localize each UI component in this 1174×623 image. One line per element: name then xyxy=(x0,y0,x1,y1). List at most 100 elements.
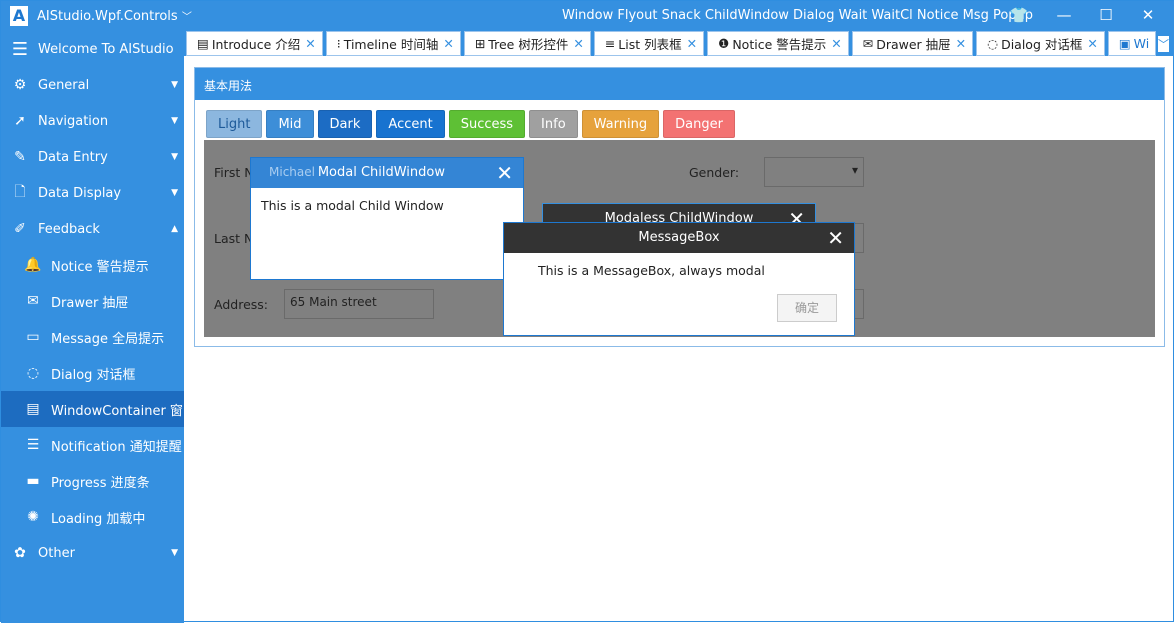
caret-icon: ▼ xyxy=(171,152,178,162)
sidebar-item-label: Notification 通知提醒 xyxy=(51,439,182,455)
theme-button-success[interactable]: Success xyxy=(448,110,526,138)
modal-title: Modal ChildWindow xyxy=(317,165,445,180)
caret-icon: ▼ xyxy=(171,80,178,90)
theme-button-mid[interactable]: Mid xyxy=(266,110,314,138)
theme-button-dark[interactable]: Dark xyxy=(317,110,373,138)
tab-close-icon[interactable]: ✕ xyxy=(443,36,453,51)
sidebar-item[interactable]: ◌ Dialog 对话框 xyxy=(1,355,184,391)
messagebox: MessageBox ✕ This is a MessageBox, always… xyxy=(503,222,855,336)
sidebar-item-label: Drawer 抽屉 xyxy=(51,295,129,311)
shirt-icon[interactable]: 👕 xyxy=(1004,6,1034,24)
close-icon[interactable]: ✕ xyxy=(496,158,513,188)
menu-icon: ☰ xyxy=(11,38,29,60)
caret-icon: ▼ xyxy=(171,188,178,198)
sidebar-item[interactable]: 🗋 Data Display ▼ xyxy=(1,175,184,211)
tab-close-icon[interactable]: ✕ xyxy=(956,36,966,51)
tab-label: Introduce 介绍 xyxy=(211,37,301,52)
sidebar-item[interactable]: ✿ Other ▼ xyxy=(1,535,184,571)
app-logo: A xyxy=(10,6,28,26)
chevron-down-icon: ﹀ xyxy=(181,12,192,23)
sidebar-item[interactable]: ➚ Navigation ▼ xyxy=(1,103,184,139)
messagebox-title: MessageBox xyxy=(638,230,720,245)
tab-overflow-chevron-icon[interactable]: ﹀ xyxy=(1158,36,1169,52)
sidebar-welcome[interactable]: ☰ Welcome To AIStudio xyxy=(1,31,184,67)
sidebar-item-label: WindowContainer 窗 xyxy=(51,403,183,419)
tab-label: Wi xyxy=(1133,36,1150,51)
sidebar-item-icon: ☰ xyxy=(26,437,40,453)
sidebar-item-label: Other xyxy=(38,545,75,561)
sidebar-item-icon: 🗋 xyxy=(14,184,26,200)
tab-icon: ⁝ xyxy=(336,36,341,51)
tab-close-icon[interactable]: ✕ xyxy=(305,36,315,51)
welcome-label: Welcome To AIStudio xyxy=(38,41,174,57)
tab-icon: ▤ xyxy=(197,36,209,51)
caret-icon: ▼ xyxy=(171,116,178,126)
minimize-button[interactable]: — xyxy=(1049,6,1079,24)
dropdown-arrow-icon: ▾ xyxy=(851,163,858,177)
theme-button-warning[interactable]: Warning xyxy=(581,110,660,138)
sidebar-item[interactable]: ✐ Feedback ▲ xyxy=(1,211,184,247)
tab-bar: ▤ Introduce 介绍 ✕ ⁝ Timeline 时间轴 ✕ ⊞ Tree 树形控件 ✕ ≡… xyxy=(184,31,1174,56)
tab-label: Dialog 对话框 xyxy=(1001,37,1083,52)
sidebar-item-icon: ✎ xyxy=(14,149,26,165)
tab-label: Tree 树形控件 xyxy=(488,37,569,52)
app-title-text: AIStudio.Wpf.Controls xyxy=(37,9,178,24)
theme-button-danger[interactable]: Danger xyxy=(663,110,735,138)
sidebar-item-label: Navigation xyxy=(38,113,109,129)
sidebar-item[interactable]: ▤ WindowContainer 窗 xyxy=(1,391,184,427)
ok-button[interactable]: 确定 xyxy=(777,294,837,322)
theme-button-info[interactable]: Info xyxy=(529,110,578,138)
sidebar: ☰ Welcome To AIStudio ⚙ General ▼ ➚ Navigatio… xyxy=(1,31,184,623)
tab-label: Notice 警告提示 xyxy=(732,37,827,52)
theme-button-accent[interactable]: Accent xyxy=(376,110,445,138)
sidebar-item-label: Progress 进度条 xyxy=(51,475,150,491)
sidebar-item[interactable]: ⚙ General ▼ xyxy=(1,67,184,103)
tab-icon: ⊞ xyxy=(474,36,486,51)
gender-select[interactable]: ▾ xyxy=(764,157,864,187)
close-button[interactable]: ✕ xyxy=(1133,6,1163,24)
tab[interactable]: ⊞ Tree 树形控件 ✕ xyxy=(463,31,591,56)
app-title[interactable]: AIStudio.Wpf.Controls ﹀ xyxy=(37,8,192,24)
sidebar-item[interactable]: ☰ Notification 通知提醒 xyxy=(1,427,184,463)
tab[interactable]: ❶ Notice 警告提示 ✕ xyxy=(707,31,849,56)
messagebox-body: This is a MessageBox, always modal xyxy=(538,263,765,278)
sidebar-item-icon: ▬ xyxy=(26,473,40,489)
sidebar-item-label: General xyxy=(38,77,90,93)
sidebar-item[interactable]: 🔔 Notice 警告提示 xyxy=(1,247,184,283)
sidebar-item[interactable]: ✉ Drawer 抽屉 xyxy=(1,283,184,319)
theme-button-light[interactable]: Light xyxy=(206,110,263,138)
close-icon[interactable]: ✕ xyxy=(827,223,844,253)
sidebar-item-label: Feedback xyxy=(38,221,100,237)
maximize-button[interactable]: ☐ xyxy=(1091,6,1121,24)
sidebar-item-icon: ➚ xyxy=(14,113,26,129)
sidebar-item[interactable]: ▬ Progress 进度条 xyxy=(1,463,184,499)
sidebar-item-label: Notice 警告提示 xyxy=(51,259,149,275)
sidebar-item-icon: ▤ xyxy=(26,401,40,417)
tab[interactable]: ⁝ Timeline 时间轴 ✕ xyxy=(325,31,461,56)
tab[interactable]: ▣ Wi xyxy=(1107,31,1157,56)
tab-close-icon[interactable]: ✕ xyxy=(687,36,697,51)
first-name-value[interactable]: Michael xyxy=(269,165,315,179)
title-menu[interactable]: Window Flyout Snack ChildWindow Dialog W… xyxy=(562,8,1033,23)
sidebar-item-label: Message 全局提示 xyxy=(51,331,165,347)
sidebar-item-icon: ✺ xyxy=(27,509,39,525)
sidebar-item[interactable]: ✎ Data Entry ▼ xyxy=(1,139,184,175)
theme-buttons: Light Mid Dark Accent Success Info Warning Dang… xyxy=(206,110,735,138)
tab[interactable]: ◌ Dialog 对话框 ✕ xyxy=(976,31,1105,56)
tab[interactable]: ▤ Introduce 介绍 ✕ xyxy=(186,31,323,56)
tab-label: List 列表框 xyxy=(618,37,682,52)
panel-header: 基本用法 xyxy=(195,68,1164,100)
sidebar-item[interactable]: ✺ Loading 加载中 xyxy=(1,499,184,535)
tab[interactable]: ✉ Drawer 抽屉 ✕ xyxy=(851,31,974,56)
tab-close-icon[interactable]: ✕ xyxy=(1087,36,1097,51)
tab[interactable]: ≡ List 列表框 ✕ xyxy=(593,31,705,56)
sidebar-item-icon: ✐ xyxy=(14,221,26,237)
tab-icon: ◌ xyxy=(987,36,999,51)
tab-close-icon[interactable]: ✕ xyxy=(573,36,583,51)
sidebar-item[interactable]: ▭ Message 全局提示 xyxy=(1,319,184,355)
sidebar-item-label: Dialog 对话框 xyxy=(51,367,136,383)
tab-close-icon[interactable]: ✕ xyxy=(831,36,841,51)
sidebar-item-icon: ◌ xyxy=(26,365,40,381)
address-input[interactable]: 65 Main street xyxy=(284,289,434,319)
tab-icon: ❶ xyxy=(718,36,730,51)
